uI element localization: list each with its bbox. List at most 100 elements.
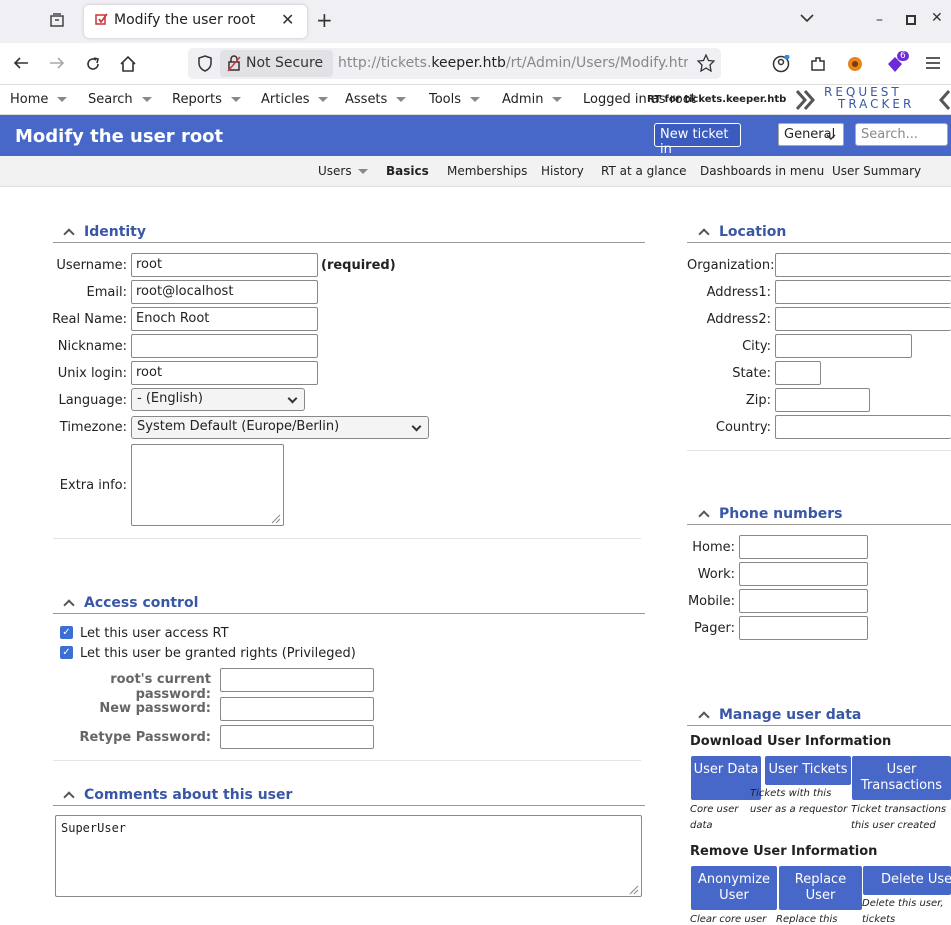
menu-search[interactable]: Search bbox=[88, 92, 152, 107]
extra-info-label: Extra info: bbox=[59, 478, 127, 493]
menu-admin[interactable]: Admin bbox=[502, 92, 563, 107]
manage-divider bbox=[687, 725, 951, 726]
hamburger-menu-icon[interactable] bbox=[925, 56, 941, 74]
mobile-phone-field[interactable] bbox=[739, 589, 868, 613]
collapse-identity-icon[interactable] bbox=[63, 228, 75, 240]
language-select-value: - (English) bbox=[137, 391, 203, 406]
extension-badge-count: 6 bbox=[897, 51, 909, 61]
nickname-field[interactable] bbox=[131, 334, 318, 358]
pager-field[interactable] bbox=[739, 616, 868, 640]
realname-field[interactable]: Enoch Root bbox=[131, 307, 318, 331]
unix-login-field[interactable]: root bbox=[131, 361, 318, 385]
foxyproxy-icon[interactable] bbox=[846, 55, 864, 77]
zip-field[interactable] bbox=[775, 388, 870, 412]
timezone-select[interactable]: System Default (Europe/Berlin) bbox=[131, 416, 429, 439]
home-icon[interactable] bbox=[119, 55, 137, 77]
location-footer-divider bbox=[687, 450, 951, 451]
organization-field[interactable] bbox=[775, 253, 951, 277]
access-divider bbox=[53, 613, 645, 614]
username-field[interactable]: root bbox=[131, 253, 318, 277]
user-transactions-button[interactable]: User Transactions bbox=[852, 756, 951, 800]
bookmark-star-icon[interactable] bbox=[696, 53, 716, 76]
menu-assets[interactable]: Assets bbox=[345, 92, 407, 107]
delete-user-button[interactable]: Delete User bbox=[863, 866, 951, 895]
anonymize-user-button[interactable]: Anonymize User bbox=[691, 866, 777, 910]
subnav-users[interactable]: Users bbox=[318, 164, 368, 178]
back-icon[interactable] bbox=[12, 55, 30, 75]
subnav-rt-at-a-glance[interactable]: RT at a glance bbox=[601, 164, 687, 178]
mobile-phone-label: Mobile: bbox=[687, 594, 735, 609]
city-field[interactable] bbox=[775, 334, 912, 358]
menu-articles-label: Articles bbox=[261, 92, 310, 107]
search-input[interactable]: Search... bbox=[855, 123, 948, 146]
tab-overview-icon[interactable] bbox=[45, 12, 69, 32]
forward-icon[interactable] bbox=[48, 55, 66, 75]
reload-icon[interactable] bbox=[84, 55, 102, 77]
new-tab-icon[interactable]: + bbox=[316, 8, 333, 32]
menu-tools[interactable]: Tools bbox=[429, 92, 481, 107]
identity-title: Identity bbox=[84, 224, 147, 240]
menu-search-label: Search bbox=[88, 92, 133, 107]
privileged-label: Let this user be granted rights (Privile… bbox=[80, 646, 356, 661]
extra-info-textarea[interactable] bbox=[131, 444, 284, 526]
location-divider bbox=[687, 242, 951, 243]
subnav-dashboards-in-menu[interactable]: Dashboards in menu bbox=[700, 164, 824, 178]
tab-list-chevron-icon[interactable] bbox=[799, 12, 815, 28]
state-field[interactable] bbox=[775, 361, 821, 385]
country-field[interactable] bbox=[775, 415, 951, 439]
email-field[interactable]: root@localhost bbox=[131, 280, 318, 304]
menu-home-label: Home bbox=[10, 92, 49, 107]
user-tickets-button[interactable]: User Tickets bbox=[765, 756, 851, 785]
replace-user-button[interactable]: Replace User bbox=[779, 866, 862, 910]
extensions-puzzle-icon[interactable] bbox=[809, 55, 827, 77]
collapse-phones-icon[interactable] bbox=[698, 510, 710, 522]
download-heading: Download User Information bbox=[690, 734, 892, 749]
required-note: (required) bbox=[321, 258, 396, 273]
collapse-manage-icon[interactable] bbox=[698, 711, 710, 723]
delete-desc: Delete this user, tickets associated bbox=[862, 898, 944, 925]
menu-home[interactable]: Home bbox=[10, 92, 68, 107]
resize-handle-icon[interactable] bbox=[271, 513, 281, 528]
home-phone-field[interactable] bbox=[739, 535, 868, 559]
nickname-label: Nickname: bbox=[57, 339, 127, 354]
timezone-label: Timezone: bbox=[59, 420, 127, 435]
maximize-icon[interactable] bbox=[906, 15, 916, 25]
comments-textarea[interactable]: SuperUser bbox=[55, 815, 642, 897]
tab-close-icon[interactable]: ✕ bbox=[281, 10, 294, 29]
menu-articles[interactable]: Articles bbox=[261, 92, 329, 107]
work-phone-label: Work: bbox=[697, 567, 735, 582]
collapse-location-icon[interactable] bbox=[698, 228, 710, 240]
minimize-icon[interactable]: – bbox=[876, 12, 883, 28]
comments-resize-handle-icon[interactable] bbox=[629, 884, 639, 899]
subnav-basics[interactable]: Basics bbox=[386, 164, 429, 178]
privileged-checkbox[interactable]: ✓ bbox=[60, 646, 73, 659]
collapse-comments-icon[interactable] bbox=[63, 791, 75, 803]
window-close-icon[interactable]: ✕ bbox=[931, 10, 943, 26]
url-text[interactable]: http://tickets.keeper.htb/rt/Admin/Users… bbox=[338, 55, 688, 71]
subnav-user-summary[interactable]: User Summary bbox=[832, 164, 921, 178]
collapse-access-icon[interactable] bbox=[63, 599, 75, 611]
new-ticket-button[interactable]: New ticket in bbox=[654, 123, 741, 157]
state-label: State: bbox=[732, 366, 771, 381]
current-password-field[interactable] bbox=[220, 668, 374, 692]
work-phone-field[interactable] bbox=[739, 562, 868, 586]
retype-password-field[interactable] bbox=[220, 725, 374, 749]
shield-icon[interactable] bbox=[197, 55, 213, 76]
address1-field[interactable] bbox=[775, 280, 951, 304]
identity-divider bbox=[53, 242, 645, 243]
language-select[interactable]: - (English) bbox=[131, 388, 305, 411]
new-password-field[interactable] bbox=[220, 697, 374, 721]
address2-field[interactable] bbox=[775, 307, 951, 331]
phones-divider bbox=[687, 524, 951, 525]
subnav-memberships[interactable]: Memberships bbox=[447, 164, 527, 178]
subnav-history[interactable]: History bbox=[541, 164, 584, 178]
access-rt-label: Let this user access RT bbox=[80, 626, 229, 641]
access-rt-checkbox[interactable]: ✓ bbox=[60, 626, 73, 639]
realname-label: Real Name: bbox=[52, 312, 127, 327]
menu-reports[interactable]: Reports bbox=[172, 92, 241, 107]
menu-assets-label: Assets bbox=[345, 92, 388, 107]
account-icon[interactable] bbox=[772, 54, 790, 77]
phone-numbers-title: Phone numbers bbox=[719, 506, 843, 522]
address1-label: Address1: bbox=[706, 285, 771, 300]
username-label: Username: bbox=[56, 258, 127, 273]
